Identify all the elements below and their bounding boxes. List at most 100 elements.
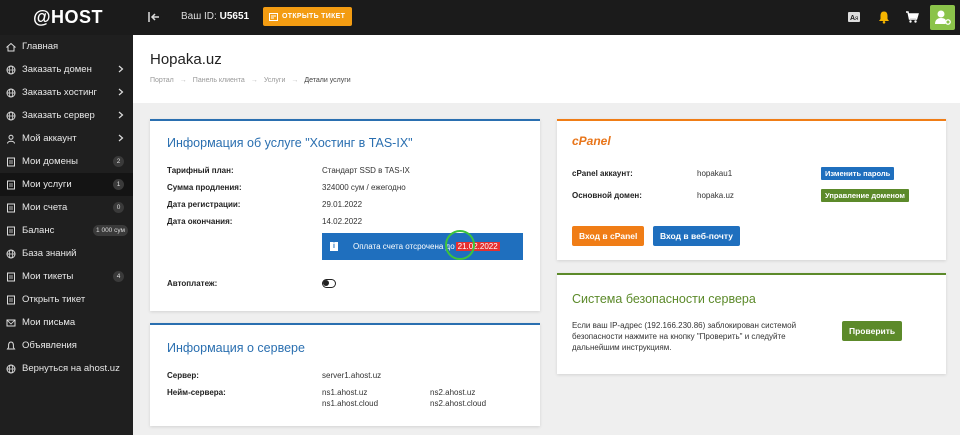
sidebar-item-label: Объявления	[22, 340, 77, 351]
user-settings-icon	[935, 10, 951, 25]
user-icon	[6, 134, 16, 144]
cpanel-login-button[interactable]: Вход в cPanel	[572, 226, 645, 246]
manage-domain-button[interactable]: Управление доменом	[821, 189, 909, 202]
cpanel-account-value: hopakau1	[697, 169, 733, 178]
globe-icon	[6, 364, 16, 374]
doc-icon	[6, 295, 16, 305]
ns1-primary: ns1.ahost.uz	[322, 388, 368, 397]
notice-text: Оплата счета отсрочена до	[353, 242, 455, 251]
sidebar-item-label: Заказать домен	[22, 64, 92, 75]
sidebar-item-label: База знаний	[22, 248, 77, 259]
sidebar-item-label: Заказать сервер	[22, 110, 95, 121]
change-password-button[interactable]: Изменить пароль	[821, 167, 895, 180]
breadcrumb-client-panel[interactable]: Панель клиента	[193, 77, 245, 84]
renewal-label: Сумма продления:	[167, 183, 242, 192]
server-security-card: Система безопасности сервера Если ваш IP…	[557, 273, 946, 374]
registration-date-value: 29.01.2022	[322, 200, 363, 209]
globe-icon	[6, 88, 16, 98]
globe-icon	[6, 111, 16, 121]
translate-icon[interactable]: A я	[847, 10, 861, 24]
breadcrumb-separator-icon: →	[291, 77, 299, 84]
sidebar-item-10[interactable]: Мои тикеты 4	[0, 265, 133, 288]
sidebar-item-13[interactable]: Объявления	[0, 334, 133, 357]
autopay-toggle[interactable]	[322, 279, 336, 288]
account-id: Ваш ID: U5651	[181, 11, 249, 22]
doc-icon	[6, 272, 16, 282]
sidebar-item-1[interactable]: Заказать домен	[0, 58, 133, 81]
sidebar-badge: 0	[113, 202, 124, 213]
sidebar-item-4[interactable]: Мой аккаунт	[0, 127, 133, 150]
sidebar-item-14[interactable]: Вернуться на ahost.uz	[0, 357, 133, 380]
logo[interactable]: @HOST	[33, 7, 103, 28]
sidebar-item-label: Вернуться на ahost.uz	[22, 363, 120, 374]
page-title: Hopaka.uz	[150, 51, 222, 68]
chevron-right-icon	[118, 111, 124, 119]
cpanel-card: cPanel cPanel аккаунт: hopakau1 Изменить…	[557, 119, 946, 260]
sidebar-item-7[interactable]: Мои счета 0	[0, 196, 133, 219]
renewal-value: 324000 сум / ежегодно	[322, 183, 406, 192]
sidebar-item-label: Заказать хостинг	[22, 87, 97, 98]
sidebar-item-label: Открыть тикет	[22, 294, 86, 305]
sidebar-item-6[interactable]: Мои услуги 1	[0, 173, 133, 196]
sidebar-item-5[interactable]: Мои домены 2	[0, 150, 133, 173]
doc-icon	[6, 226, 16, 236]
breadcrumb-current: Детали услуги	[304, 77, 351, 84]
sidebar-item-label: Мой аккаунт	[22, 133, 77, 144]
notification-bell-icon[interactable]	[877, 10, 891, 24]
security-description: Если ваш IP-адрес (192.166.230.86) забло…	[572, 321, 797, 352]
plan-value: Стандарт SSD в TAS-IX	[322, 166, 410, 175]
doc-icon	[6, 157, 16, 167]
breadcrumb-separator-icon: →	[250, 77, 258, 84]
click-indicator	[445, 230, 475, 260]
expiry-date-value: 14.02.2022	[322, 217, 363, 226]
ns2-secondary: ns2.ahost.cloud	[430, 399, 487, 408]
user-menu-button[interactable]	[930, 5, 955, 30]
mail-icon	[6, 318, 16, 328]
top-bar: @HOST Ваш ID: U5651 ОТКРЫТЬ ТИКЕТ A я	[0, 0, 960, 35]
sidebar-item-11[interactable]: Открыть тикет	[0, 288, 133, 311]
open-ticket-button[interactable]: ОТКРЫТЬ ТИКЕТ	[263, 7, 353, 26]
sidebar-item-label: Мои тикеты	[22, 271, 74, 282]
payment-deferred-notice: i Оплата счета отсрочена до 21.02.2022	[322, 233, 523, 260]
webmail-login-button[interactable]: Вход в веб-почту	[653, 226, 740, 246]
primary-domain-value: hopaka.uz	[697, 191, 734, 200]
ns1-secondary: ns1.ahost.cloud	[322, 399, 379, 408]
breadcrumb: Портал → Панель клиента → Услуги → Детал…	[150, 77, 351, 84]
sidebar: Главная Заказать домен Заказать хостинг Зак…	[0, 35, 133, 435]
sidebar-item-label: Мои счета	[22, 202, 68, 213]
sidebar-item-0[interactable]: Главная	[0, 35, 133, 58]
home-icon	[5, 42, 17, 52]
server-info-title: Информация о сервере	[167, 341, 305, 355]
sidebar-item-8[interactable]: Баланс 1 000 сум	[0, 219, 133, 242]
expiry-date-label: Дата окончания:	[167, 217, 233, 226]
sidebar-item-2[interactable]: Заказать хостинг	[0, 81, 133, 104]
chevron-right-icon	[118, 134, 124, 142]
sidebar-item-9[interactable]: База знаний	[0, 242, 133, 265]
server-info-card: Информация о сервере Сервер: server1.aho…	[150, 323, 540, 426]
security-title: Система безопасности сервера	[572, 292, 756, 306]
sidebar-item-label: Мои письма	[22, 317, 76, 328]
page-header: Hopaka.uz Портал → Панель клиента → Услу…	[133, 35, 960, 103]
breadcrumb-portal[interactable]: Портал	[150, 77, 174, 84]
cpanel-logo: cPanel	[572, 134, 611, 148]
sidebar-item-12[interactable]: Мои письма	[0, 311, 133, 334]
globe-icon	[6, 65, 16, 75]
sidebar-item-3[interactable]: Заказать сервер	[0, 104, 133, 127]
cart-icon[interactable]	[905, 10, 919, 24]
service-info-title: Информация об услуге "Хостинг в TAS-IX"	[167, 136, 413, 150]
server-value: server1.ahost.uz	[322, 371, 382, 380]
sidebar-badge: 1	[113, 179, 124, 190]
svg-text:я: я	[855, 16, 858, 22]
plan-label: Тарифный план:	[167, 166, 234, 175]
sidebar-badge: 2	[113, 156, 124, 167]
primary-domain-label: Основной домен:	[572, 191, 642, 200]
sidebar-badge: 4	[113, 271, 124, 282]
sidebar-item-label: Мои домены	[22, 156, 78, 167]
ns2-primary: ns2.ahost.uz	[430, 388, 476, 397]
doc-icon	[6, 203, 16, 213]
breadcrumb-services[interactable]: Услуги	[264, 77, 286, 84]
collapse-sidebar-icon[interactable]	[146, 9, 162, 25]
sidebar-item-label: Главная	[22, 41, 59, 52]
check-ip-button[interactable]: Проверить	[842, 321, 903, 341]
open-ticket-label: ОТКРЫТЬ ТИКЕТ	[282, 13, 346, 20]
